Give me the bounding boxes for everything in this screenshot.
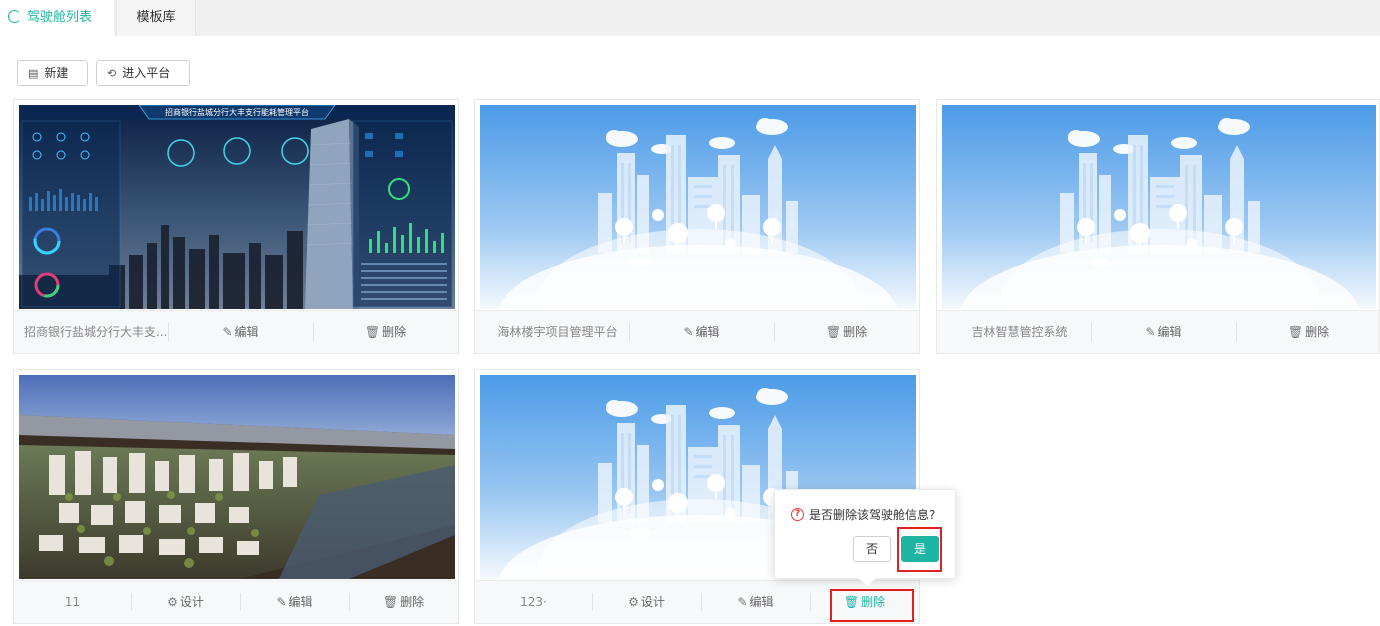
delete-button[interactable]: 🗑 删除 [349,581,458,623]
pencil-icon: ✎ [1145,325,1156,339]
question-icon: ? [791,508,804,521]
edit-button[interactable]: ✎ 编辑 [701,581,810,623]
enter-icon: ⟲ [107,67,117,80]
dashboard-thumbnail: 招商银行盐城分行大丰支行能耗管理平台 [19,105,455,309]
svg-text:招商银行盐城分行大丰支行能耗管理平台: 招商银行盐城分行大丰支行能耗管理平台 [165,107,309,117]
tab-cockpit-list[interactable]: 驾驶舱列表 [0,0,114,36]
delete-button[interactable]: 🗑 删除 [1236,311,1380,353]
card-name: 11 [64,595,81,609]
card-footer: 招商银行盐城分行大丰支... ✎ 编辑 🗑 删除 [14,310,458,353]
new-button[interactable]: ▤ 新建 [17,60,88,86]
trash-icon: 🗑 [825,325,842,339]
cockpit-card[interactable]: 吉林智慧管控系统 ✎ 编辑 🗑 删除 [936,99,1380,354]
delete-button[interactable]: 🗑 删除 [774,311,919,353]
card-name: 吉林智慧管控系统 [971,325,1068,339]
document-icon: ▤ [28,67,39,80]
trash-icon: 🗑 [1287,325,1304,339]
card-name: 123· [520,595,547,609]
cockpit-card[interactable]: 招商银行盐城分行大丰支行能耗管理平台 招商银行盐城分行大丰支... ✎ 编辑 🗑… [13,99,459,354]
card-name: 招商银行盐城分行大丰支... [24,325,168,339]
card-footer: 11 ⚙ 设计 ✎ 编辑 🗑 删除 [14,580,458,623]
pencil-icon: ✎ [737,595,748,609]
confirm-message: 是否删除该驾驶舱信息? [809,508,936,522]
design-button[interactable]: ⚙ 设计 [131,581,240,623]
pencil-icon: ✎ [276,595,287,609]
enter-platform-button[interactable]: ⟲ 进入平台 [96,60,190,86]
model-thumbnail [19,375,455,579]
city-thumbnail [480,105,916,309]
edit-button[interactable]: ✎ 编辑 [240,581,349,623]
edit-button[interactable]: ✎ 编辑 [629,311,774,353]
card-name: 海林楼宇项目管理平台 [497,325,618,339]
pencil-icon: ✎ [222,325,233,339]
gear-icon: ⚙ [628,595,639,609]
edit-button[interactable]: ✎ 编辑 [168,311,313,353]
city-thumbnail [942,105,1376,309]
refresh-icon [8,10,21,23]
edit-button[interactable]: ✎ 编辑 [1091,311,1236,353]
trash-icon: 🗑 [364,325,381,339]
pencil-icon: ✎ [683,325,694,339]
gear-icon: ⚙ [167,595,178,609]
card-footer: 吉林智慧管控系统 ✎ 编辑 🗑 删除 [937,310,1379,353]
cancel-button[interactable]: 否 [853,536,891,562]
tab-bar: 驾驶舱列表 模板库 [0,0,1380,36]
tab-template-library[interactable]: 模板库 [116,0,196,36]
design-button[interactable]: ⚙ 设计 [592,581,701,623]
confirm-highlight-box [897,527,942,572]
delete-button[interactable]: 🗑 删除 [313,311,458,353]
delete-highlight-box [830,589,914,622]
cockpit-card[interactable]: 海林楼宇项目管理平台 ✎ 编辑 🗑 删除 [474,99,920,354]
cockpit-card[interactable]: 11 ⚙ 设计 ✎ 编辑 🗑 删除 [13,369,459,624]
card-footer: 海林楼宇项目管理平台 ✎ 编辑 🗑 删除 [475,310,919,353]
trash-icon: 🗑 [382,595,399,609]
